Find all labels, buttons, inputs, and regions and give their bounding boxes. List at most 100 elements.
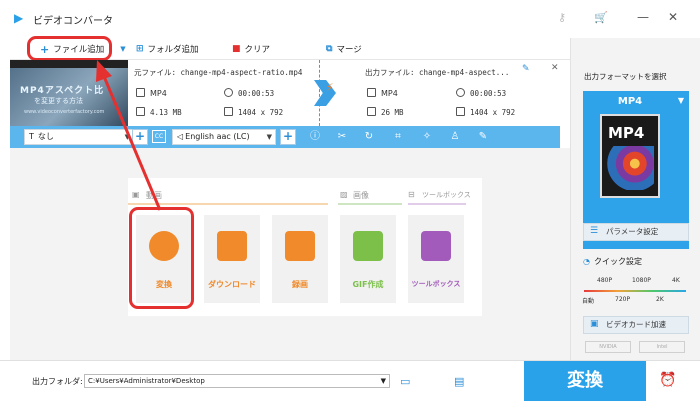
output-duration-value: 00:00:53 [470, 89, 507, 98]
download-tool-label: ダウンロード [208, 280, 256, 289]
convert-highlight [129, 207, 194, 309]
toolbox-section-icon: ⊟ [408, 190, 415, 199]
source-duration: 00:00:53 [224, 88, 274, 98]
task-divider [319, 60, 320, 126]
format-select-title: 出力フォーマットを選択 [584, 72, 667, 81]
source-duration-value: 00:00:53 [238, 89, 275, 98]
gif-tool[interactable]: GIF作成 [340, 215, 396, 303]
source-resolution-value: 1404 x 792 [238, 108, 284, 117]
convert-button[interactable]: 変換 [524, 361, 646, 401]
toolbox-section-line [408, 203, 466, 205]
lightning-icon: ⚡ [326, 81, 334, 94]
main-area: ▣ 動画 ▨ 画像 ⊟ ツールボックス 変換 ダウンロード 録画 GIF作成 ツ… [10, 148, 570, 360]
sliders-icon: ☰ [590, 226, 599, 236]
output-format: MP4 [367, 88, 398, 98]
gpu-acceleration-button[interactable]: ▣ ビデオカード加速 [583, 316, 689, 334]
task-item: MP4アスペクト比 を変更する方法 www.videoconverterfact… [10, 60, 560, 126]
nvidia-label: NVIDIA [599, 344, 617, 350]
download-tool[interactable]: ダウンロード [204, 215, 260, 303]
add-subtitle-button[interactable]: + [132, 129, 148, 145]
add-folder-button[interactable]: ⊞ フォルダ追加 [136, 41, 199, 57]
output-file-name: 出力ファイル: change-mp4-aspect... [365, 68, 510, 77]
app-logo-icon: ▶ [14, 11, 24, 25]
thumbnail-strip [10, 60, 128, 68]
minimize-button[interactable]: — [634, 8, 652, 26]
key-icon[interactable]: ⚷ [558, 11, 566, 24]
alarm-icon[interactable]: ⏰ [659, 372, 676, 388]
open-folder-icon[interactable]: ▤ [454, 375, 464, 388]
rotate-icon[interactable]: ↻ [362, 130, 376, 144]
output-size-value: 26 MB [381, 108, 404, 117]
source-format: MP4 [136, 88, 167, 98]
output-folder-input[interactable]: C:¥Users¥Administrator¥Desktop ▼ [84, 374, 390, 388]
chevron-down-icon[interactable]: ▼ [120, 45, 125, 53]
title-bar: ▶ ビデオコンバータ ⚷ 🛒 — ✕ [0, 0, 700, 38]
quick-settings-label: クイック設定 [593, 257, 642, 266]
watermark-icon[interactable]: ♙ [448, 130, 462, 144]
crop-icon[interactable]: ⌗ [391, 130, 405, 144]
gif-tool-label: GIF作成 [352, 280, 384, 289]
toolbox-tool-label: ツールボックス [411, 280, 461, 288]
source-file-name: 元ファイル: change-mp4-aspect-ratio.mp4 [134, 68, 303, 77]
close-window-button[interactable]: ✕ [664, 8, 682, 26]
edit-options-bar: T なし ▼ + CC ◁ English aac (LC) ▼ + ⓘ ✂ ↻ ⌗ ✧… [10, 126, 560, 148]
toolbox-icon [421, 231, 451, 261]
subtitle-select[interactable]: T なし ▼ [24, 129, 134, 145]
audio-value: English aac (LC) [185, 132, 250, 141]
record-tool-label: 録画 [292, 280, 308, 289]
edit-pen-icon[interactable]: ✎ [476, 130, 490, 144]
screen-record-icon [285, 231, 315, 261]
video-section-line [128, 203, 328, 205]
film-image [606, 146, 654, 190]
size-icon [136, 107, 145, 116]
image-section-icon: ▨ [340, 190, 348, 199]
clock-icon [224, 88, 233, 97]
thumbnail-title: MP4アスペクト比 [20, 86, 105, 96]
folder-icon[interactable]: ▭ [400, 375, 410, 388]
subtitle-value: なし [37, 132, 54, 141]
clear-label: クリア [244, 45, 271, 55]
source-size-value: 4.13 MB [150, 108, 182, 117]
merge-button[interactable]: ⧉ マージ [326, 41, 362, 57]
scissors-icon[interactable]: ✂ [335, 130, 349, 144]
output-folder-label: 出力フォルダ: [32, 377, 83, 386]
quality-label-auto: 自動 [582, 298, 595, 305]
add-file-highlight [27, 36, 112, 61]
video-thumbnail[interactable]: MP4アスペクト比 を変更する方法 www.videoconverterfact… [10, 60, 128, 126]
chevron-down-icon[interactable]: ▼ [381, 375, 386, 387]
merge-icon: ⧉ [326, 44, 333, 54]
quality-slider[interactable] [584, 290, 686, 292]
chevron-down-icon[interactable]: ▼ [678, 96, 684, 105]
chevron-down-icon: ▼ [266, 133, 272, 141]
cart-icon[interactable]: 🛒 [594, 11, 608, 24]
image-section-line [338, 203, 402, 205]
cc-icon[interactable]: CC [152, 130, 166, 143]
output-resolution: 1404 x 792 [456, 107, 515, 117]
audio-select[interactable]: ◁ English aac (LC) ▼ [172, 129, 276, 145]
trash-icon: ■ [232, 44, 241, 54]
clock-icon [456, 88, 465, 97]
quality-label-1080p: 1080P [632, 277, 651, 284]
quality-label-480p: 480P [597, 277, 613, 284]
toolbox-tool[interactable]: ツールボックス [408, 215, 464, 303]
effects-icon[interactable]: ✧ [420, 130, 434, 144]
download-icon [217, 231, 247, 261]
add-folder-label: フォルダ追加 [147, 45, 199, 55]
format-icon [367, 88, 376, 97]
add-audio-button[interactable]: + [280, 129, 296, 145]
video-section-label: 動画 [146, 191, 162, 200]
chevron-down-icon: ▼ [124, 133, 130, 141]
remove-task-icon[interactable]: ✕ [551, 63, 559, 73]
clear-button[interactable]: ■ クリア [232, 41, 270, 57]
speaker-icon: ◁ [177, 132, 184, 141]
record-tool[interactable]: 録画 [272, 215, 328, 303]
quality-label-2k: 2K [656, 296, 664, 303]
source-size: 4.13 MB [136, 107, 182, 117]
parameter-settings-button[interactable]: ☰ パラメータ設定 [583, 223, 689, 241]
video-section-icon: ▣ [132, 190, 140, 199]
speed-icon: ◔ [583, 257, 590, 266]
info-icon[interactable]: ⓘ [308, 130, 322, 144]
edit-icon[interactable]: ✎ [522, 64, 530, 74]
resolution-icon [456, 107, 465, 116]
output-folder-path: C:¥Users¥Administrator¥Desktop [88, 377, 205, 385]
